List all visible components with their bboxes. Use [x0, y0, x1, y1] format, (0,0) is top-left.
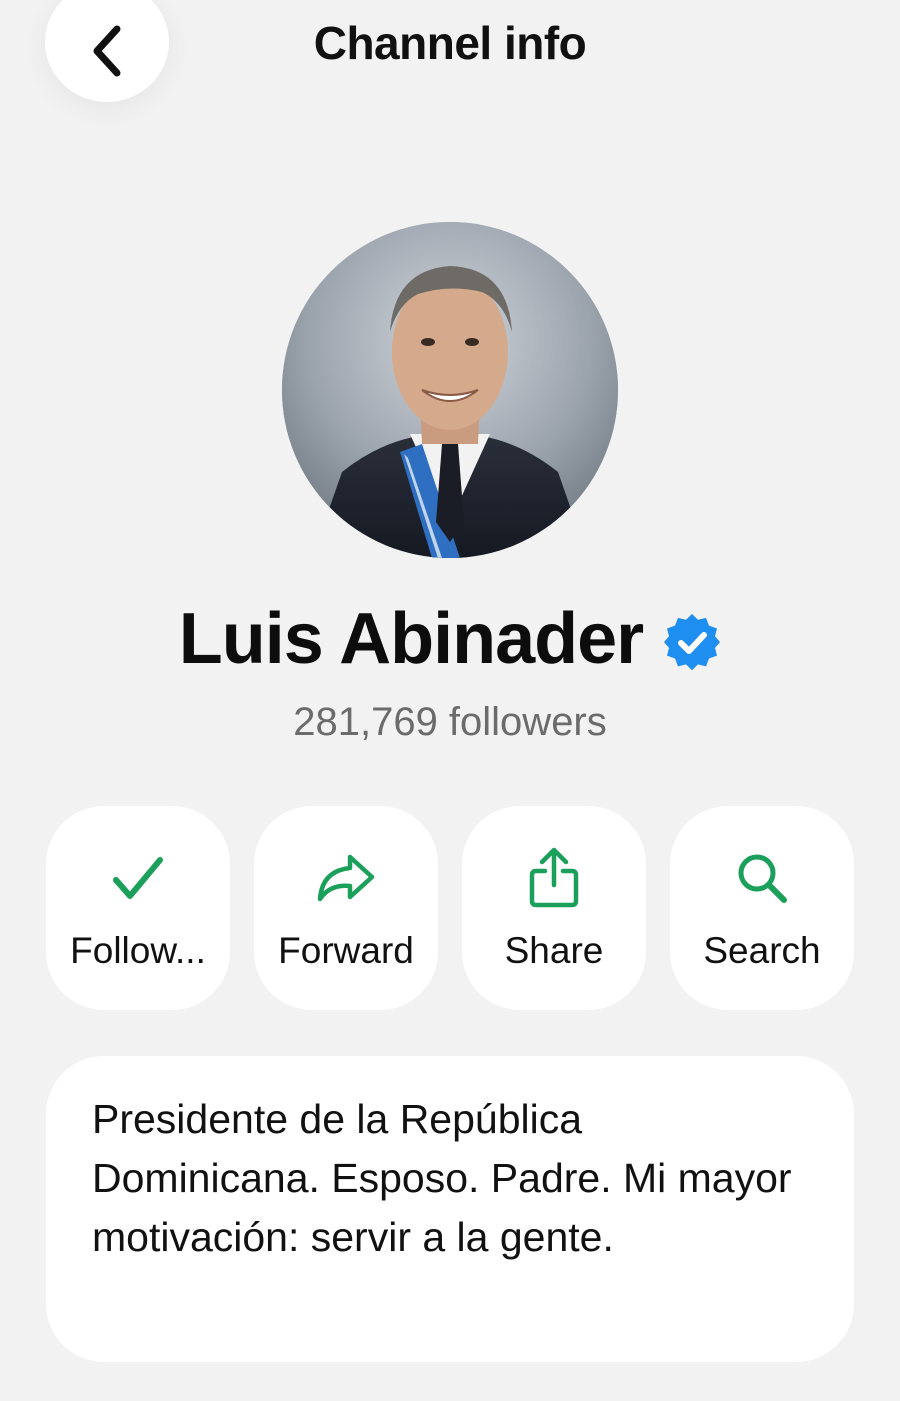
forward-label: Forward	[278, 930, 414, 971]
followers-count: 281,769 followers	[293, 700, 607, 744]
share-icon	[524, 847, 584, 908]
search-icon	[732, 848, 792, 908]
search-label: Search	[703, 930, 821, 971]
following-button[interactable]: Follow...	[46, 806, 230, 1010]
checkmark-icon	[108, 848, 168, 908]
forward-arrow-icon	[316, 848, 376, 908]
profile-photo	[282, 222, 618, 558]
action-buttons: Follow... Forward Share Search	[46, 806, 854, 1010]
forward-button[interactable]: Forward	[254, 806, 438, 1010]
channel-name: Luis Abinader	[178, 599, 644, 679]
page-title: Channel info	[313, 17, 587, 69]
channel-name-row: Luis Abinader	[0, 598, 900, 680]
search-button[interactable]: Search	[670, 806, 854, 1010]
channel-description-card: Presidente de la República Dominicana. E…	[46, 1056, 854, 1362]
avatar[interactable]	[282, 222, 618, 558]
channel-description: Presidente de la República Dominicana. E…	[92, 1096, 792, 1260]
share-label: Share	[504, 930, 604, 971]
channel-info-screen: Channel info Luis Abinader 281,769 follo…	[0, 0, 900, 1401]
verified-badge-icon	[664, 614, 721, 671]
following-label: Follow...	[70, 930, 206, 971]
share-button[interactable]: Share	[462, 806, 646, 1010]
